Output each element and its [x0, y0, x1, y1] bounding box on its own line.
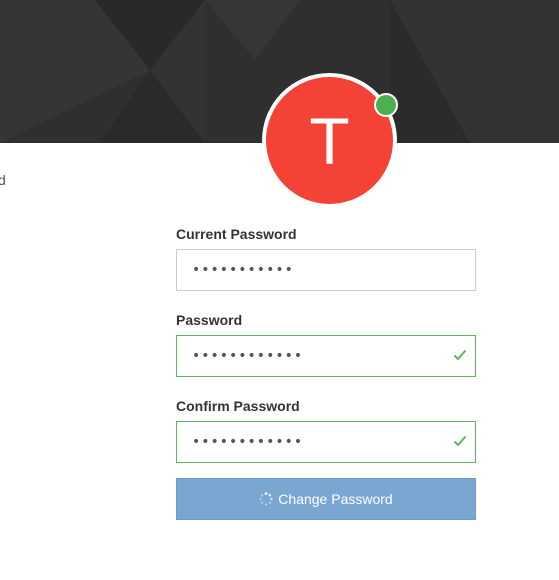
- avatar-circle: T: [266, 77, 393, 204]
- check-icon: [453, 349, 467, 361]
- password-input[interactable]: [177, 336, 475, 376]
- password-field-container: [176, 335, 476, 377]
- presence-status-dot: [374, 93, 398, 117]
- current-password-input[interactable]: [177, 250, 475, 290]
- side-text-fragment: d: [0, 172, 6, 188]
- change-password-button-label: Change Password: [278, 491, 393, 507]
- confirm-password-input[interactable]: [177, 422, 475, 462]
- change-password-form: Current Password Password Confirm Passwo…: [176, 224, 476, 520]
- current-password-field-container: [176, 249, 476, 291]
- avatar: T: [262, 73, 398, 208]
- check-icon: [453, 435, 467, 447]
- current-password-label: Current Password: [176, 226, 297, 242]
- change-password-button[interactable]: Change Password: [176, 478, 476, 520]
- spinner-icon: [259, 492, 273, 506]
- password-label: Password: [176, 312, 243, 328]
- confirm-password-label: Confirm Password: [176, 398, 300, 414]
- avatar-initial: T: [309, 103, 350, 178]
- confirm-password-field-container: [176, 421, 476, 463]
